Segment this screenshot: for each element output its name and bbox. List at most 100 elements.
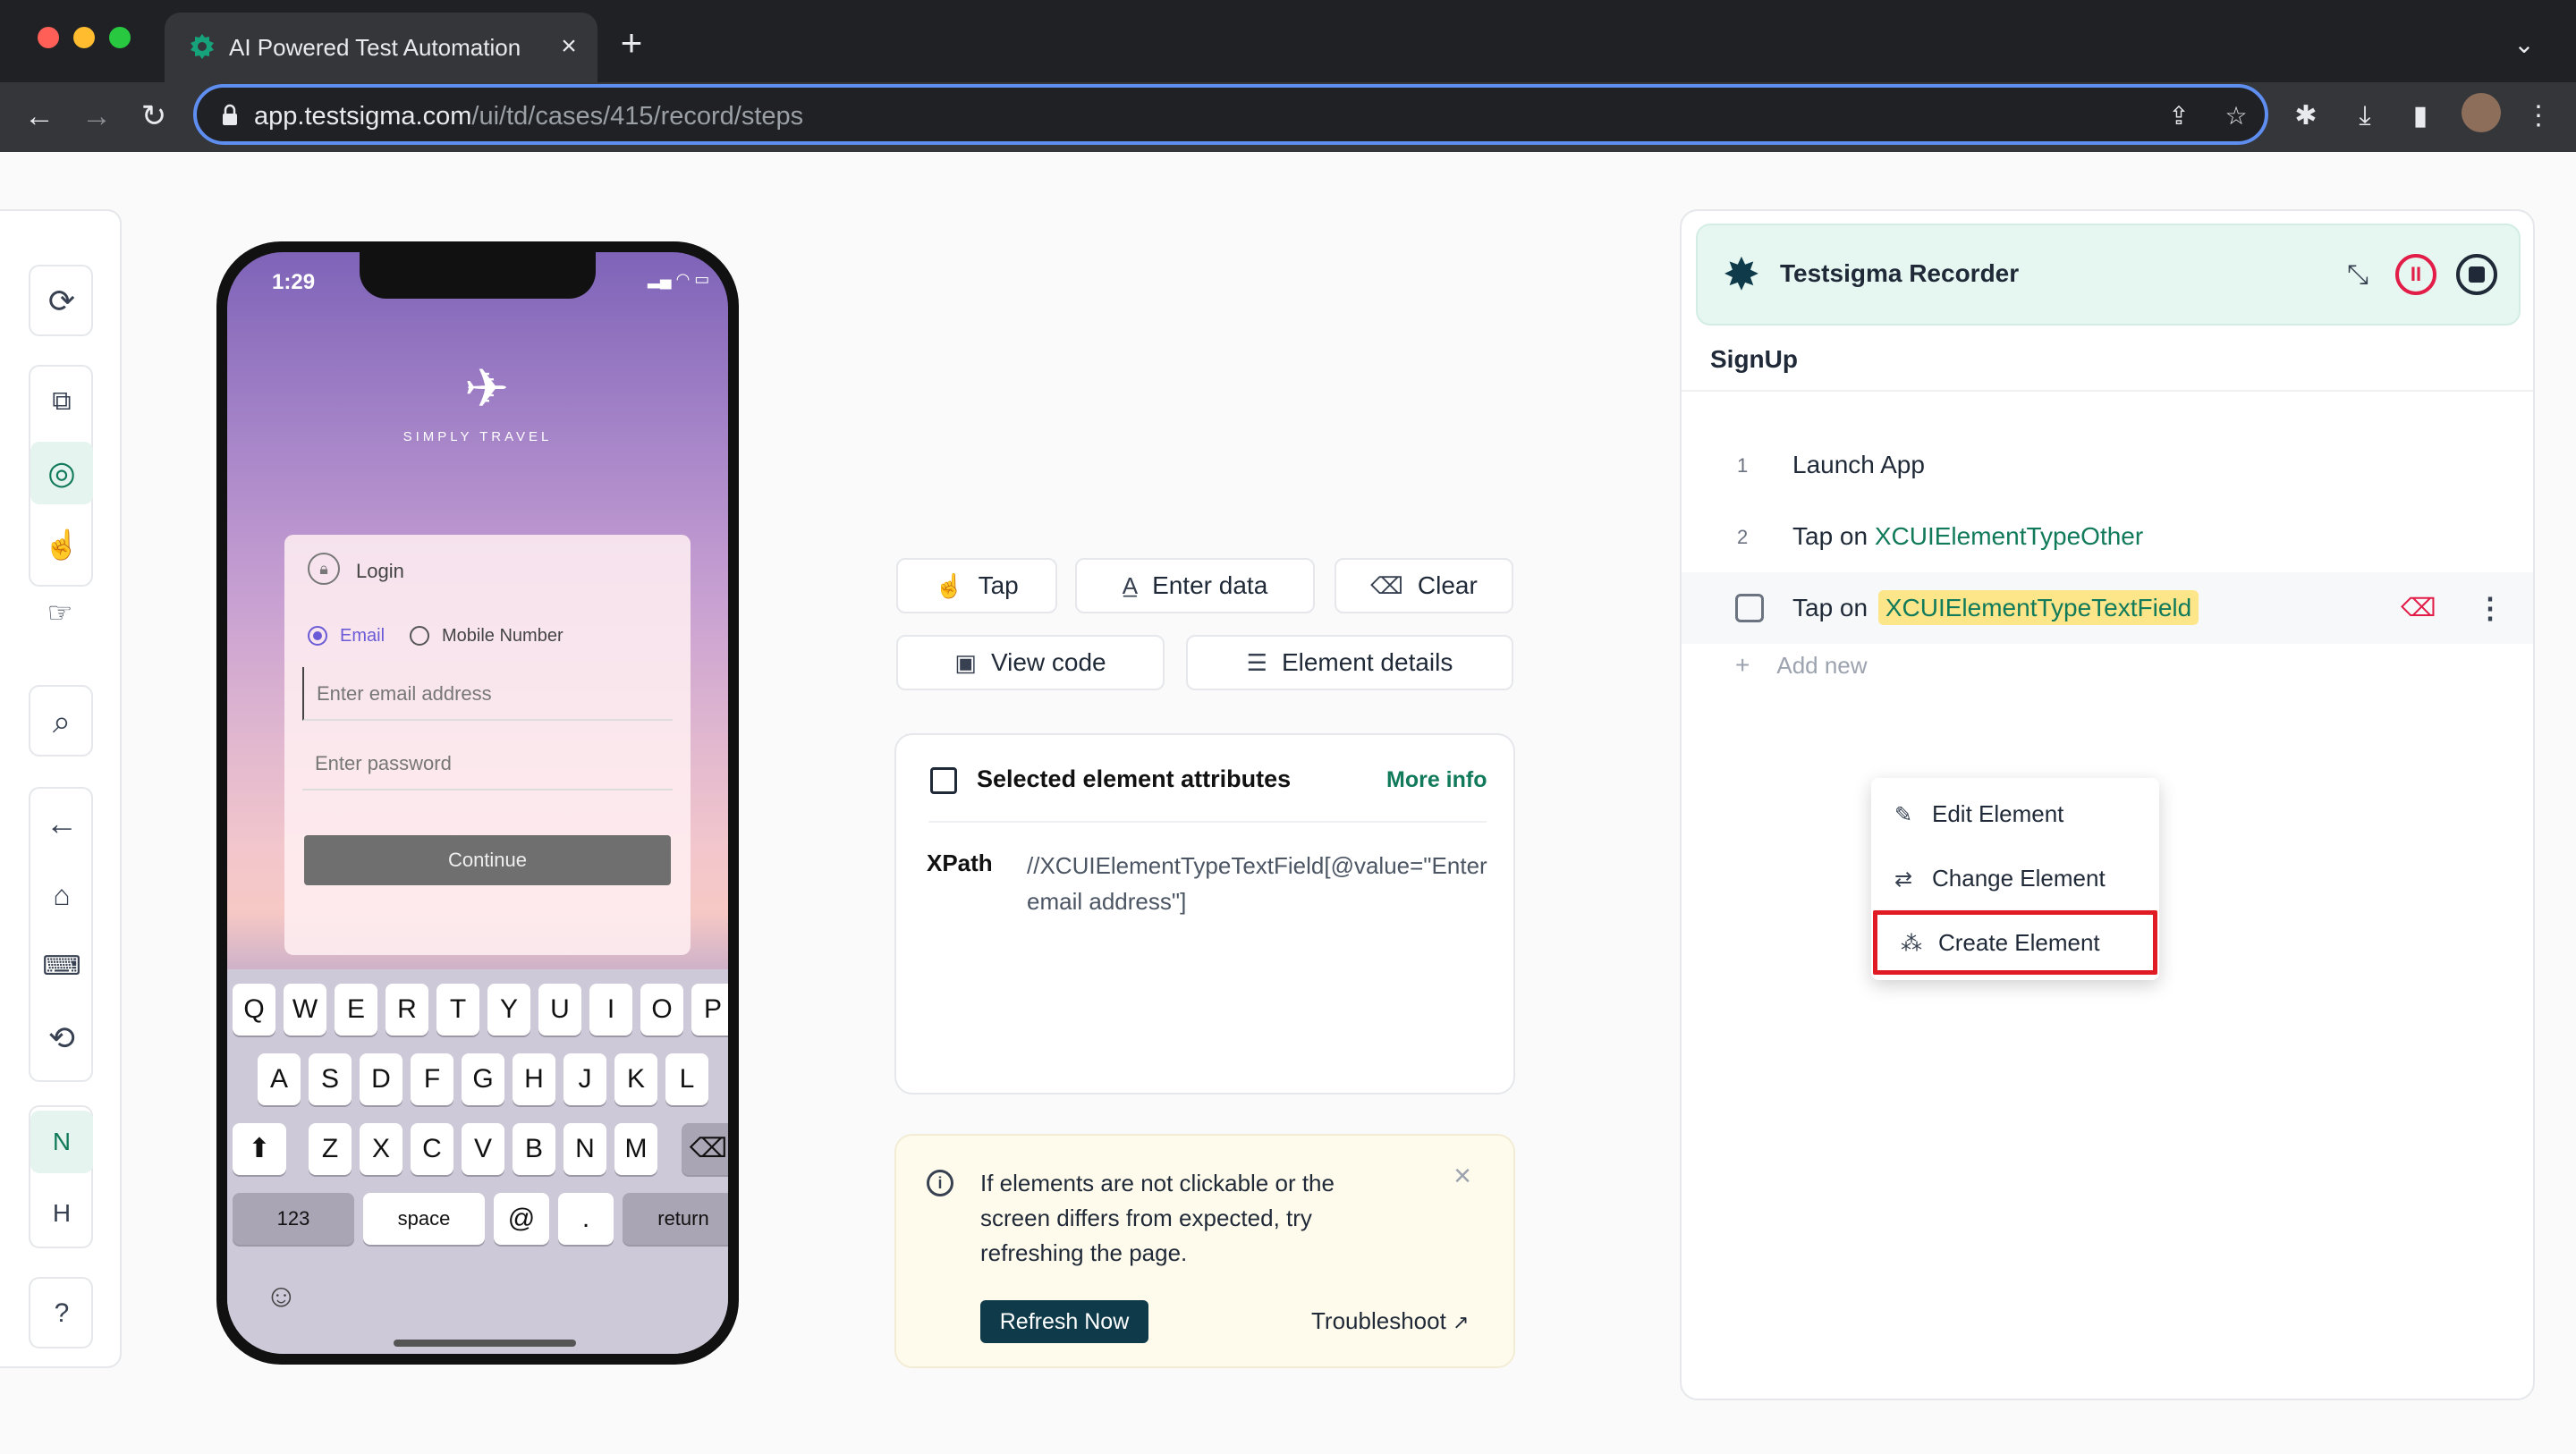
- shift-key-icon[interactable]: ⬆: [233, 1123, 286, 1175]
- test-step-3[interactable]: Tap on XCUIElementTypeTextField ⌫ ⋮: [1682, 572, 2533, 644]
- key-w[interactable]: W: [284, 984, 326, 1036]
- minimize-recorder-icon[interactable]: ⤡: [2340, 258, 2376, 293]
- n-toggle-button[interactable]: N: [30, 1111, 93, 1173]
- details-icon: ☰: [1246, 649, 1267, 676]
- h-toggle-button[interactable]: H: [30, 1182, 93, 1245]
- emoji-icon[interactable]: ☺: [265, 1277, 298, 1315]
- key-123[interactable]: 123: [233, 1193, 354, 1245]
- key-y[interactable]: Y: [487, 984, 530, 1036]
- key-q[interactable]: Q: [233, 984, 275, 1036]
- tap-gesture-icon[interactable]: ☞: [29, 581, 91, 644]
- element-details-button[interactable]: ☰ Element details: [1186, 635, 1513, 690]
- view-code-button[interactable]: ▣ View code: [896, 635, 1165, 690]
- step-more-options-icon[interactable]: ⋮: [2476, 590, 2504, 626]
- key-i[interactable]: I: [589, 984, 632, 1036]
- device-home-icon[interactable]: ⌂: [30, 864, 93, 926]
- profile-avatar[interactable]: [2462, 93, 2501, 132]
- key-dot[interactable]: .: [558, 1193, 614, 1245]
- inspect-element-icon[interactable]: ◎: [30, 442, 93, 504]
- key-n[interactable]: N: [564, 1123, 606, 1175]
- rotate-device-icon[interactable]: ⟲: [30, 1007, 93, 1069]
- back-arrow-icon[interactable]: ←: [18, 95, 61, 138]
- tab-search-chevron-icon[interactable]: ⌄: [2506, 27, 2542, 63]
- refresh-now-button[interactable]: Refresh Now: [980, 1300, 1148, 1343]
- tab-close-icon[interactable]: ×: [553, 30, 585, 63]
- key-s[interactable]: S: [309, 1053, 352, 1105]
- login-lock-icon: 🔒︎: [308, 553, 340, 585]
- edit-element-menu-item[interactable]: ✎ Edit Element: [1871, 782, 2159, 846]
- pause-recording-icon[interactable]: II: [2395, 254, 2436, 295]
- tap-action-button[interactable]: ☝ Tap: [896, 558, 1057, 613]
- minimize-window-button[interactable]: [73, 27, 95, 48]
- search-icon[interactable]: ⌕: [30, 690, 93, 753]
- step-element[interactable]: XCUIElementTypeOther: [1875, 522, 2143, 550]
- key-at[interactable]: @: [494, 1193, 549, 1245]
- troubleshoot-link[interactable]: Troubleshoot ↗: [1311, 1307, 1469, 1335]
- side-panel-icon[interactable]: ▮: [2399, 95, 2442, 138]
- switch-device-icon[interactable]: ⧉: [30, 370, 93, 433]
- refresh-session-icon[interactable]: ⟳: [30, 270, 93, 333]
- key-d[interactable]: D: [360, 1053, 402, 1105]
- test-step-2[interactable]: 2 Tap on XCUIElementTypeOther: [1682, 501, 2533, 572]
- download-icon[interactable]: ⤓: [2343, 95, 2386, 138]
- add-new-step[interactable]: + Add new: [1735, 651, 1868, 680]
- key-c[interactable]: C: [411, 1123, 453, 1175]
- share-icon[interactable]: ⇪: [2161, 98, 2197, 134]
- key-g[interactable]: G: [462, 1053, 504, 1105]
- testsigma-favicon-icon: [191, 34, 214, 59]
- email-field[interactable]: Enter email address: [302, 667, 673, 721]
- external-link-icon: ↗: [1453, 1311, 1470, 1333]
- help-icon[interactable]: ?: [30, 1282, 93, 1345]
- continue-button[interactable]: Continue: [304, 835, 671, 885]
- key-o[interactable]: O: [640, 984, 683, 1036]
- browser-tab[interactable]: AI Powered Test Automation P ×: [165, 13, 597, 82]
- step-checkbox[interactable]: [1735, 594, 1764, 622]
- close-icon[interactable]: ×: [1449, 1161, 1476, 1191]
- more-info-link[interactable]: More info: [1386, 767, 1487, 793]
- maximize-window-button[interactable]: [109, 27, 131, 48]
- key-f[interactable]: F: [411, 1053, 453, 1105]
- clear-action-button[interactable]: ⌫ Clear: [1335, 558, 1513, 613]
- forward-arrow-icon[interactable]: →: [75, 95, 118, 138]
- key-return[interactable]: return: [623, 1193, 728, 1245]
- delete-key-icon[interactable]: ⌫: [682, 1123, 728, 1175]
- clear-step-eraser-icon[interactable]: ⌫: [2401, 592, 2436, 624]
- key-t[interactable]: T: [436, 984, 479, 1036]
- key-z[interactable]: Z: [309, 1123, 352, 1175]
- key-k[interactable]: K: [614, 1053, 657, 1105]
- key-b[interactable]: B: [513, 1123, 555, 1175]
- password-field[interactable]: Enter password: [302, 737, 673, 790]
- key-e[interactable]: E: [335, 984, 377, 1036]
- reload-icon[interactable]: ↻: [132, 95, 175, 138]
- key-space[interactable]: space: [363, 1193, 485, 1245]
- element-details-label: Element details: [1281, 648, 1453, 676]
- key-a[interactable]: A: [258, 1053, 301, 1105]
- key-u[interactable]: U: [538, 984, 581, 1036]
- device-screen[interactable]: 1:29 ▂▄ ◠ ▭ ✈ SIMPLY TRAVEL 🔒︎ Login Ema…: [227, 252, 728, 1354]
- key-m[interactable]: M: [614, 1123, 657, 1175]
- key-r[interactable]: R: [386, 984, 428, 1036]
- key-l[interactable]: L: [665, 1053, 708, 1105]
- create-element-menu-item[interactable]: ⁂ Create Element: [1873, 910, 2157, 975]
- enter-data-button[interactable]: A̲ Enter data: [1075, 558, 1315, 613]
- bookmark-star-icon[interactable]: ☆: [2218, 98, 2254, 134]
- change-element-menu-item[interactable]: ⇄ Change Element: [1871, 846, 2159, 910]
- address-bar[interactable]: app.testsigma.com/ui/td/cases/415/record…: [193, 84, 2268, 145]
- test-step-1[interactable]: 1 Launch App: [1682, 429, 2533, 501]
- browser-menu-icon[interactable]: ⋮: [2517, 95, 2560, 138]
- key-p[interactable]: P: [691, 984, 728, 1036]
- extensions-puzzle-icon[interactable]: ✱: [2284, 95, 2327, 138]
- stop-recording-icon[interactable]: [2456, 254, 2497, 295]
- keyboard-icon[interactable]: ⌨: [30, 935, 93, 998]
- new-tab-button[interactable]: +: [614, 24, 649, 62]
- key-v[interactable]: V: [462, 1123, 504, 1175]
- key-h[interactable]: H: [513, 1053, 555, 1105]
- mobile-number-radio[interactable]: [410, 626, 429, 646]
- step-element-highlighted[interactable]: XCUIElementTypeTextField: [1877, 590, 2199, 625]
- device-back-icon[interactable]: ←: [30, 792, 93, 855]
- key-j[interactable]: J: [564, 1053, 606, 1105]
- close-window-button[interactable]: [38, 27, 59, 48]
- key-x[interactable]: X: [360, 1123, 402, 1175]
- email-radio[interactable]: [308, 626, 327, 646]
- swipe-gesture-icon[interactable]: ☝: [30, 513, 93, 576]
